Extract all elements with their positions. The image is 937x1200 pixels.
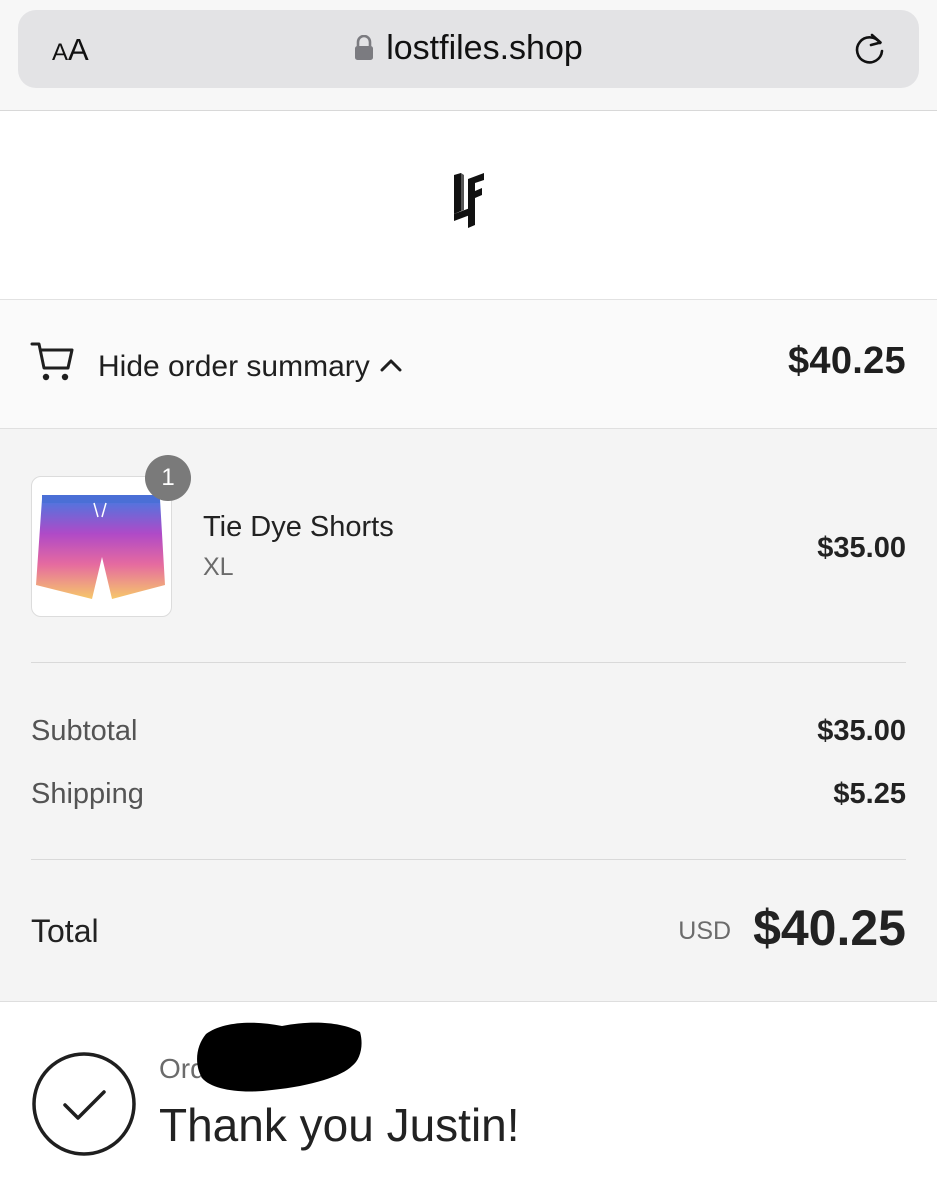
store-header: [0, 111, 937, 300]
quantity-badge: 1: [145, 455, 191, 501]
cart-icon: [30, 338, 76, 389]
toggle-label-text: Hide order summary: [98, 350, 370, 383]
subtotal-value: $35.00: [817, 715, 906, 747]
product-name: Tie Dye Shorts: [203, 511, 394, 543]
order-summary-panel: 1 Tie Dye Shorts XL $35.00 Subtotal $35.…: [0, 429, 937, 1002]
browser-toolbar: AA lostfiles.shop: [0, 0, 937, 111]
divider: [31, 859, 906, 860]
url-text: lostfiles.shop: [386, 29, 583, 67]
shipping-label: Shipping: [31, 778, 144, 810]
shipping-value: $5.25: [833, 778, 906, 810]
toggle-label[interactable]: Hide order summary: [98, 346, 402, 384]
reload-icon[interactable]: [851, 30, 889, 73]
thank-you-heading: Thank you Justin!: [159, 1099, 520, 1151]
url-display[interactable]: lostfiles.shop: [18, 29, 919, 70]
redaction-mark: [192, 1016, 364, 1098]
lf-logo[interactable]: [448, 171, 490, 234]
total-amount: $40.25: [753, 900, 906, 956]
subtotal-label: Subtotal: [31, 715, 138, 747]
order-summary-toggle[interactable]: Hide order summary $40.25: [0, 300, 937, 429]
total-amount-group: USD $40.25: [678, 899, 906, 957]
currency-code: USD: [678, 917, 732, 945]
chevron-up-icon: [380, 346, 402, 380]
divider: [31, 662, 906, 663]
address-bar[interactable]: AA lostfiles.shop: [18, 10, 919, 88]
product-thumbnail: [31, 476, 172, 617]
summary-total: $40.25: [787, 340, 906, 382]
product-variant: XL: [203, 553, 234, 581]
lock-icon: [354, 31, 374, 70]
check-circle-icon: [31, 1051, 137, 1162]
product-price: $35.00: [817, 532, 906, 564]
total-label: Total: [31, 913, 99, 949]
